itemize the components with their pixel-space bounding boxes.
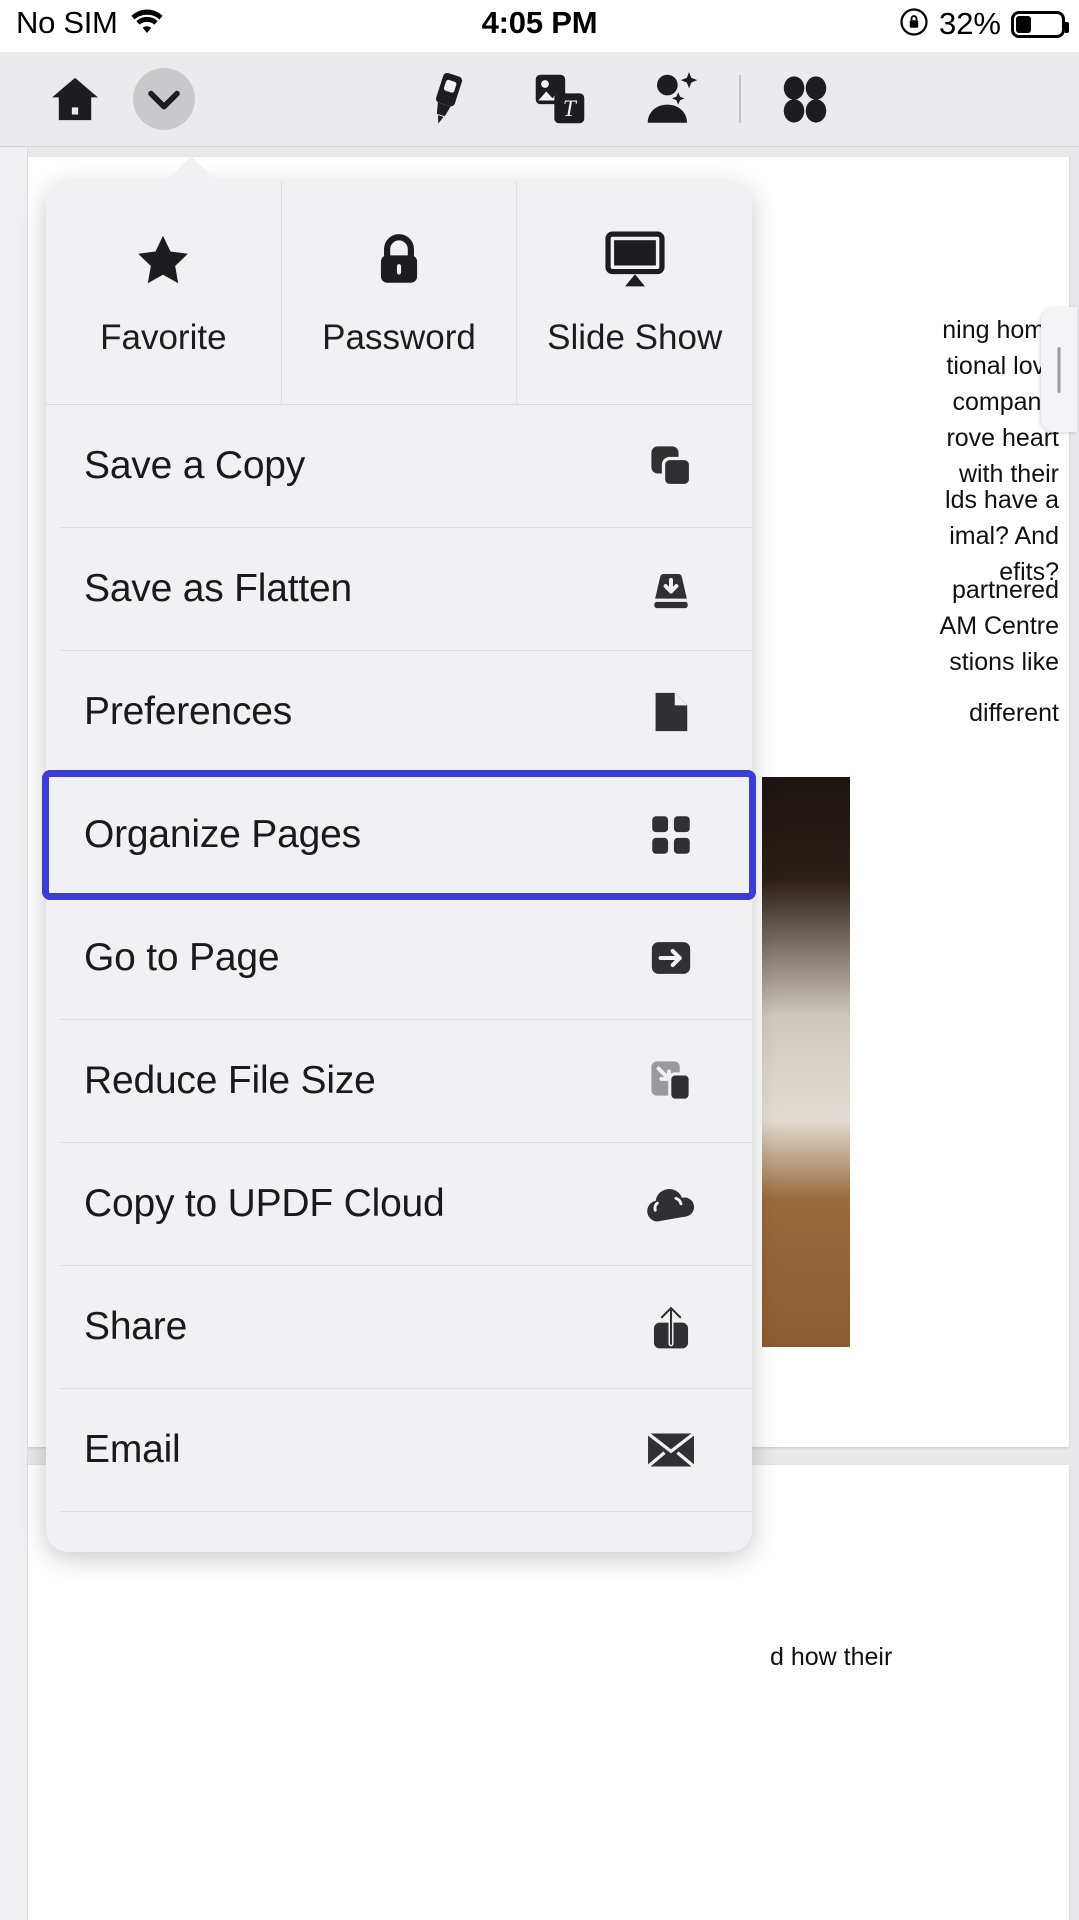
flatten-save-icon [628, 564, 714, 614]
menu-item-label: Save a Copy [84, 444, 306, 487]
menu-item-email[interactable]: Email [46, 1389, 752, 1511]
menu-item-label: Reduce File Size [84, 1059, 376, 1102]
grid-squares-icon [628, 810, 714, 860]
arrow-right-icon [628, 933, 714, 983]
slideshow-icon [602, 229, 668, 296]
doc-text-fragment-5: d how their [770, 1643, 893, 1671]
lock-icon [368, 229, 430, 296]
quick-action-label: Slide Show [547, 317, 723, 357]
menu-item-save-a-copy[interactable]: Save a Copy [46, 405, 752, 527]
battery-icon [1011, 10, 1069, 38]
menu-item-label: Copy to UPDF Cloud [84, 1182, 445, 1225]
quick-action-password[interactable]: Password [282, 182, 518, 404]
star-icon [132, 229, 194, 296]
menu-item-preferences[interactable]: Preferences [46, 651, 752, 773]
status-bar: No SIM 4:05 PM 32% [0, 0, 1079, 52]
share-icon [628, 1301, 714, 1353]
popover-arrow [164, 156, 218, 183]
ai-image-icon[interactable] [641, 68, 703, 130]
status-bar-right: 32% [899, 6, 1069, 42]
chevron-down-icon[interactable] [138, 73, 190, 125]
svg-text:T: T [563, 96, 578, 122]
doc-text-fragment-3: partnered AM Centre stions like [939, 576, 1059, 676]
quick-action-label: Favorite [100, 317, 227, 357]
menu-item-reduce-file-size[interactable]: Reduce File Size [46, 1020, 752, 1142]
edit-text-icon[interactable]: T [529, 68, 591, 130]
document-photo [762, 777, 850, 1347]
page-scroll-handle[interactable] [1041, 307, 1077, 432]
menu-item-label: Organize Pages [84, 813, 361, 856]
screen: No SIM 4:05 PM 32% T ning home tional lo… [0, 0, 1079, 1920]
menu-item-copy-to-updf-cloud[interactable]: Copy to UPDF Cloud [46, 1143, 752, 1265]
quick-action-label: Password [322, 317, 476, 357]
copy-icon [628, 441, 714, 491]
menu-item-label: Share [84, 1305, 188, 1348]
cloud-icon [628, 1179, 714, 1229]
doc-text-fragment-4: different [969, 699, 1059, 727]
menu-item-share[interactable]: Share [46, 1266, 752, 1388]
menu-item-save-as-flatten[interactable]: Save as Flatten [46, 528, 752, 650]
popover-quick-actions: Favorite Password Slide Show [46, 182, 752, 404]
home-icon[interactable] [46, 72, 104, 126]
rotation-lock-icon [899, 7, 929, 42]
highlighter-icon[interactable] [415, 68, 477, 130]
compress-icon [628, 1056, 714, 1106]
menu-item-organize-pages[interactable]: Organize Pages [42, 770, 756, 900]
battery-percent-label: 32% [938, 6, 1001, 41]
quick-action-slide-show[interactable]: Slide Show [517, 182, 752, 404]
menu-item-label: Email [84, 1428, 181, 1471]
menu-item-label: Go to Page [84, 936, 280, 979]
menu-item-go-to-page[interactable]: Go to Page [46, 897, 752, 1019]
doc-text-fragment-1: ning home tional love company. rove hear… [942, 316, 1059, 488]
menu-item-label: Save as Flatten [84, 567, 352, 610]
toolbar-separator [739, 75, 741, 123]
popover-bottom-cap [46, 1512, 752, 1552]
quick-action-favorite[interactable]: Favorite [46, 182, 282, 404]
thumbnail-strip[interactable] [0, 147, 28, 1920]
menu-item-label: Preferences [84, 690, 293, 733]
document-icon [628, 687, 714, 737]
envelope-icon [628, 1428, 714, 1472]
more-options-popover: Favorite Password Slide Show Save a Copy… [42, 156, 756, 1552]
app-toolbar: T [0, 52, 1079, 147]
grid-icon[interactable] [777, 71, 833, 127]
